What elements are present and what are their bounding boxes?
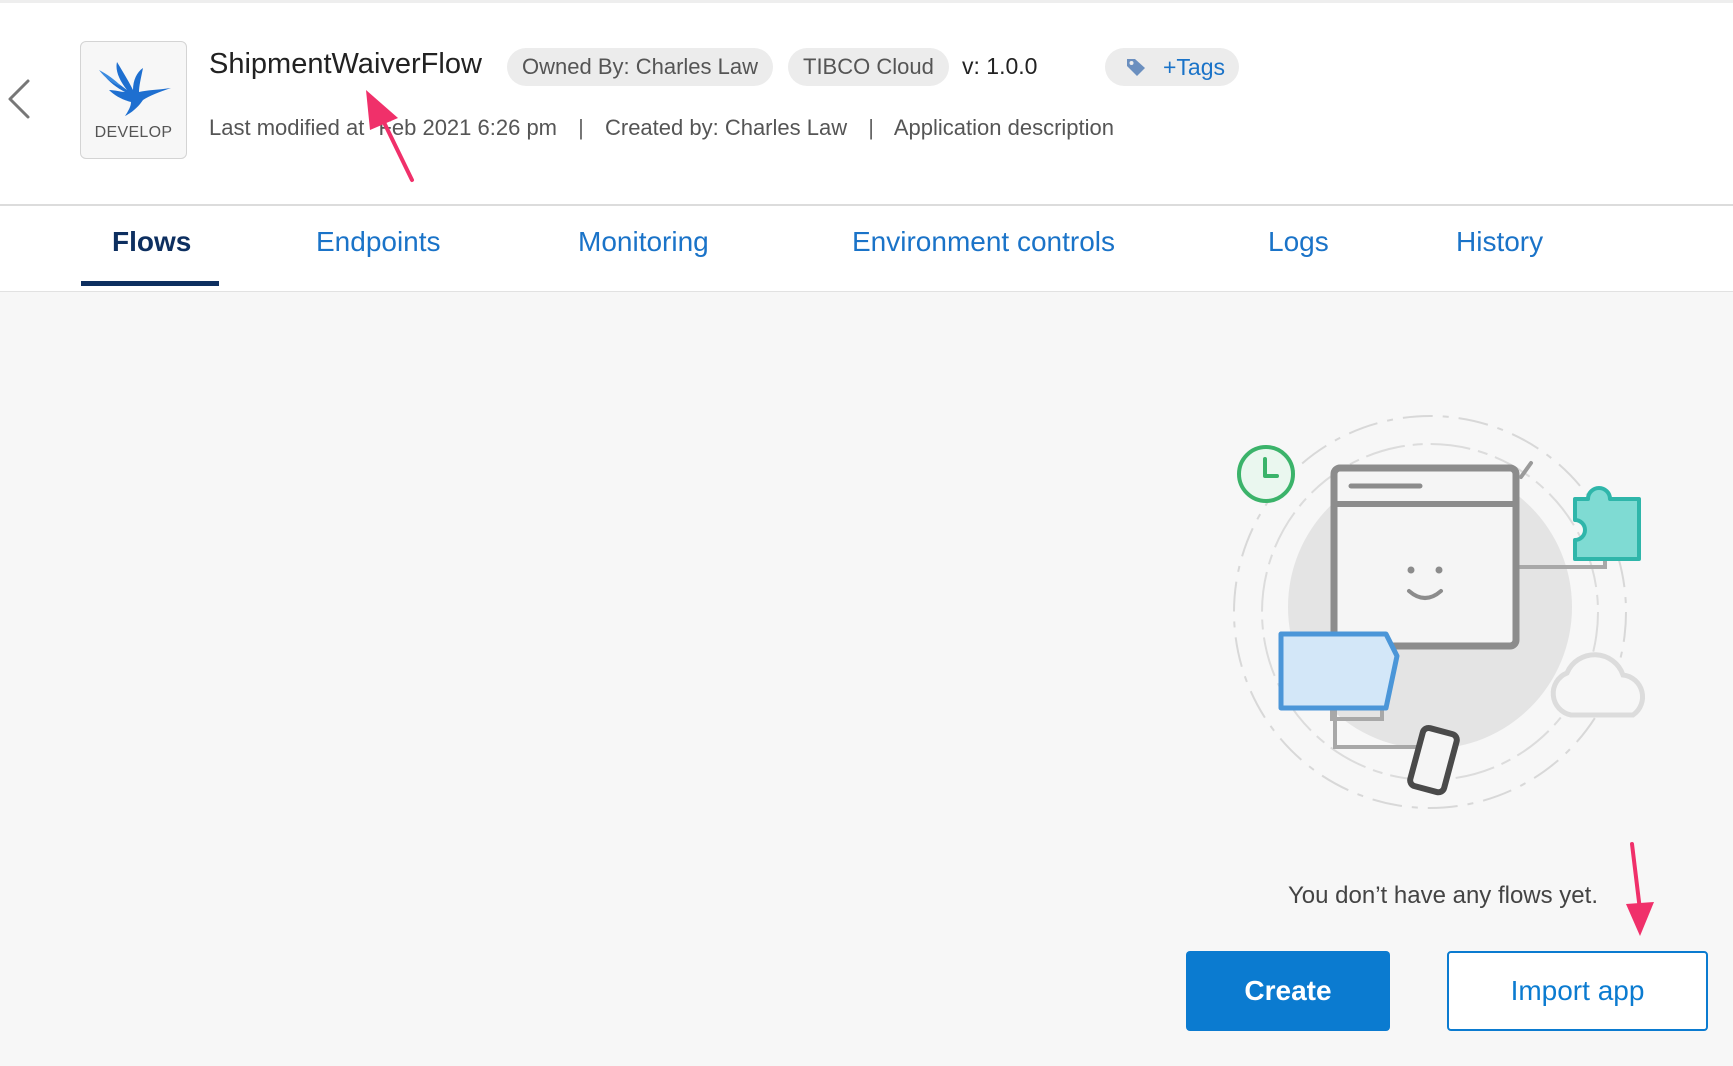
tab-flows[interactable]: Flows: [112, 226, 191, 258]
tags-label: +Tags: [1163, 54, 1226, 80]
tab-logs[interactable]: Logs: [1268, 226, 1329, 258]
top-divider: [0, 0, 1733, 3]
created-by-label: Created by: Charles Law: [604, 115, 848, 140]
hummingbird-logo-icon: [99, 62, 171, 116]
last-modified-date: Feb 2021 6:26 pm: [378, 115, 558, 140]
tag-icon: [1127, 59, 1145, 76]
app-icon-card: DEVELOP: [80, 41, 187, 159]
app-description-link[interactable]: Application description: [894, 115, 1114, 140]
add-tags-button[interactable]: +Tags: [1105, 48, 1239, 86]
tab-environment-controls[interactable]: Environment controls: [852, 226, 1115, 258]
tab-history[interactable]: History: [1456, 226, 1543, 258]
active-tab-indicator: [81, 281, 219, 286]
last-modified-label: Last modified at: [209, 115, 365, 140]
owner-badge: Owned By: Charles Law: [507, 48, 773, 86]
tab-monitoring[interactable]: Monitoring: [578, 226, 709, 258]
tab-bar: Flows Endpoints Monitoring Environment c…: [0, 208, 1733, 292]
create-flow-button[interactable]: Create: [1186, 951, 1390, 1031]
import-app-button[interactable]: Import app: [1447, 951, 1708, 1031]
app-title: ShipmentWaiverFlow: [209, 48, 482, 80]
empty-flows-illustration: [1233, 415, 1645, 809]
meta-separator: |: [868, 115, 874, 140]
flows-content-area: You don’t have any flows yet. Create Imp…: [0, 292, 1733, 1066]
version-label: v: 1.0.0: [962, 53, 1038, 79]
tab-endpoints[interactable]: Endpoints: [316, 226, 441, 258]
app-stage-label: DEVELOP: [94, 124, 173, 141]
back-chevron-icon[interactable]: [2, 75, 38, 125]
app-header: DEVELOP ShipmentWaiverFlow Owned By: Cha…: [0, 0, 1733, 206]
empty-state-message: You don’t have any flows yet.: [1288, 882, 1598, 909]
platform-badge: TIBCO Cloud: [788, 48, 949, 86]
meta-separator: |: [578, 115, 584, 140]
app-meta-line: Last modified at Feb 2021 6:26 pm | Crea…: [209, 115, 1114, 141]
